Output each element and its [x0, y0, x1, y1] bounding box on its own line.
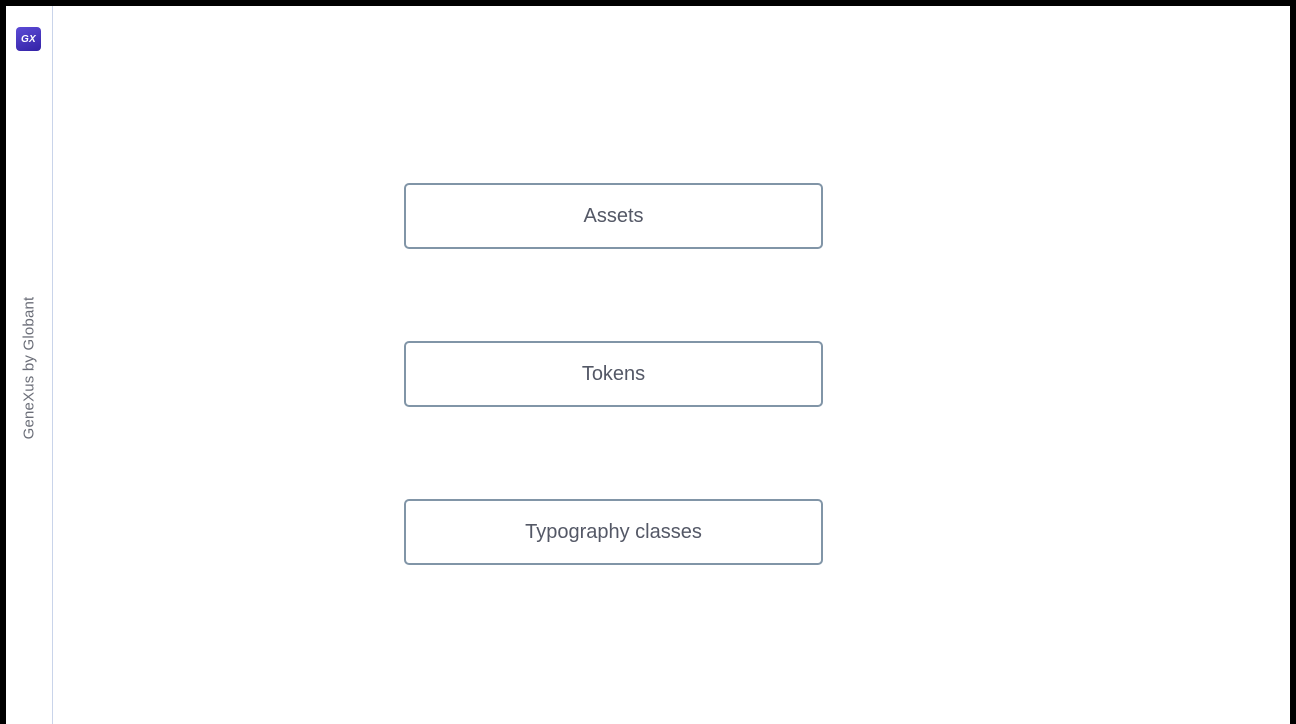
typography-classes-button[interactable]: Typography classes	[404, 499, 823, 565]
genexus-logo-icon: GX	[16, 27, 41, 51]
assets-button[interactable]: Assets	[404, 183, 823, 249]
sidebar: GX GeneXus by Globant	[6, 6, 53, 724]
tokens-button[interactable]: Tokens	[404, 341, 823, 407]
slide: GX GeneXus by Globant Assets Tokens Typo…	[6, 6, 1290, 724]
brand-label: GeneXus by Globant	[20, 296, 38, 440]
